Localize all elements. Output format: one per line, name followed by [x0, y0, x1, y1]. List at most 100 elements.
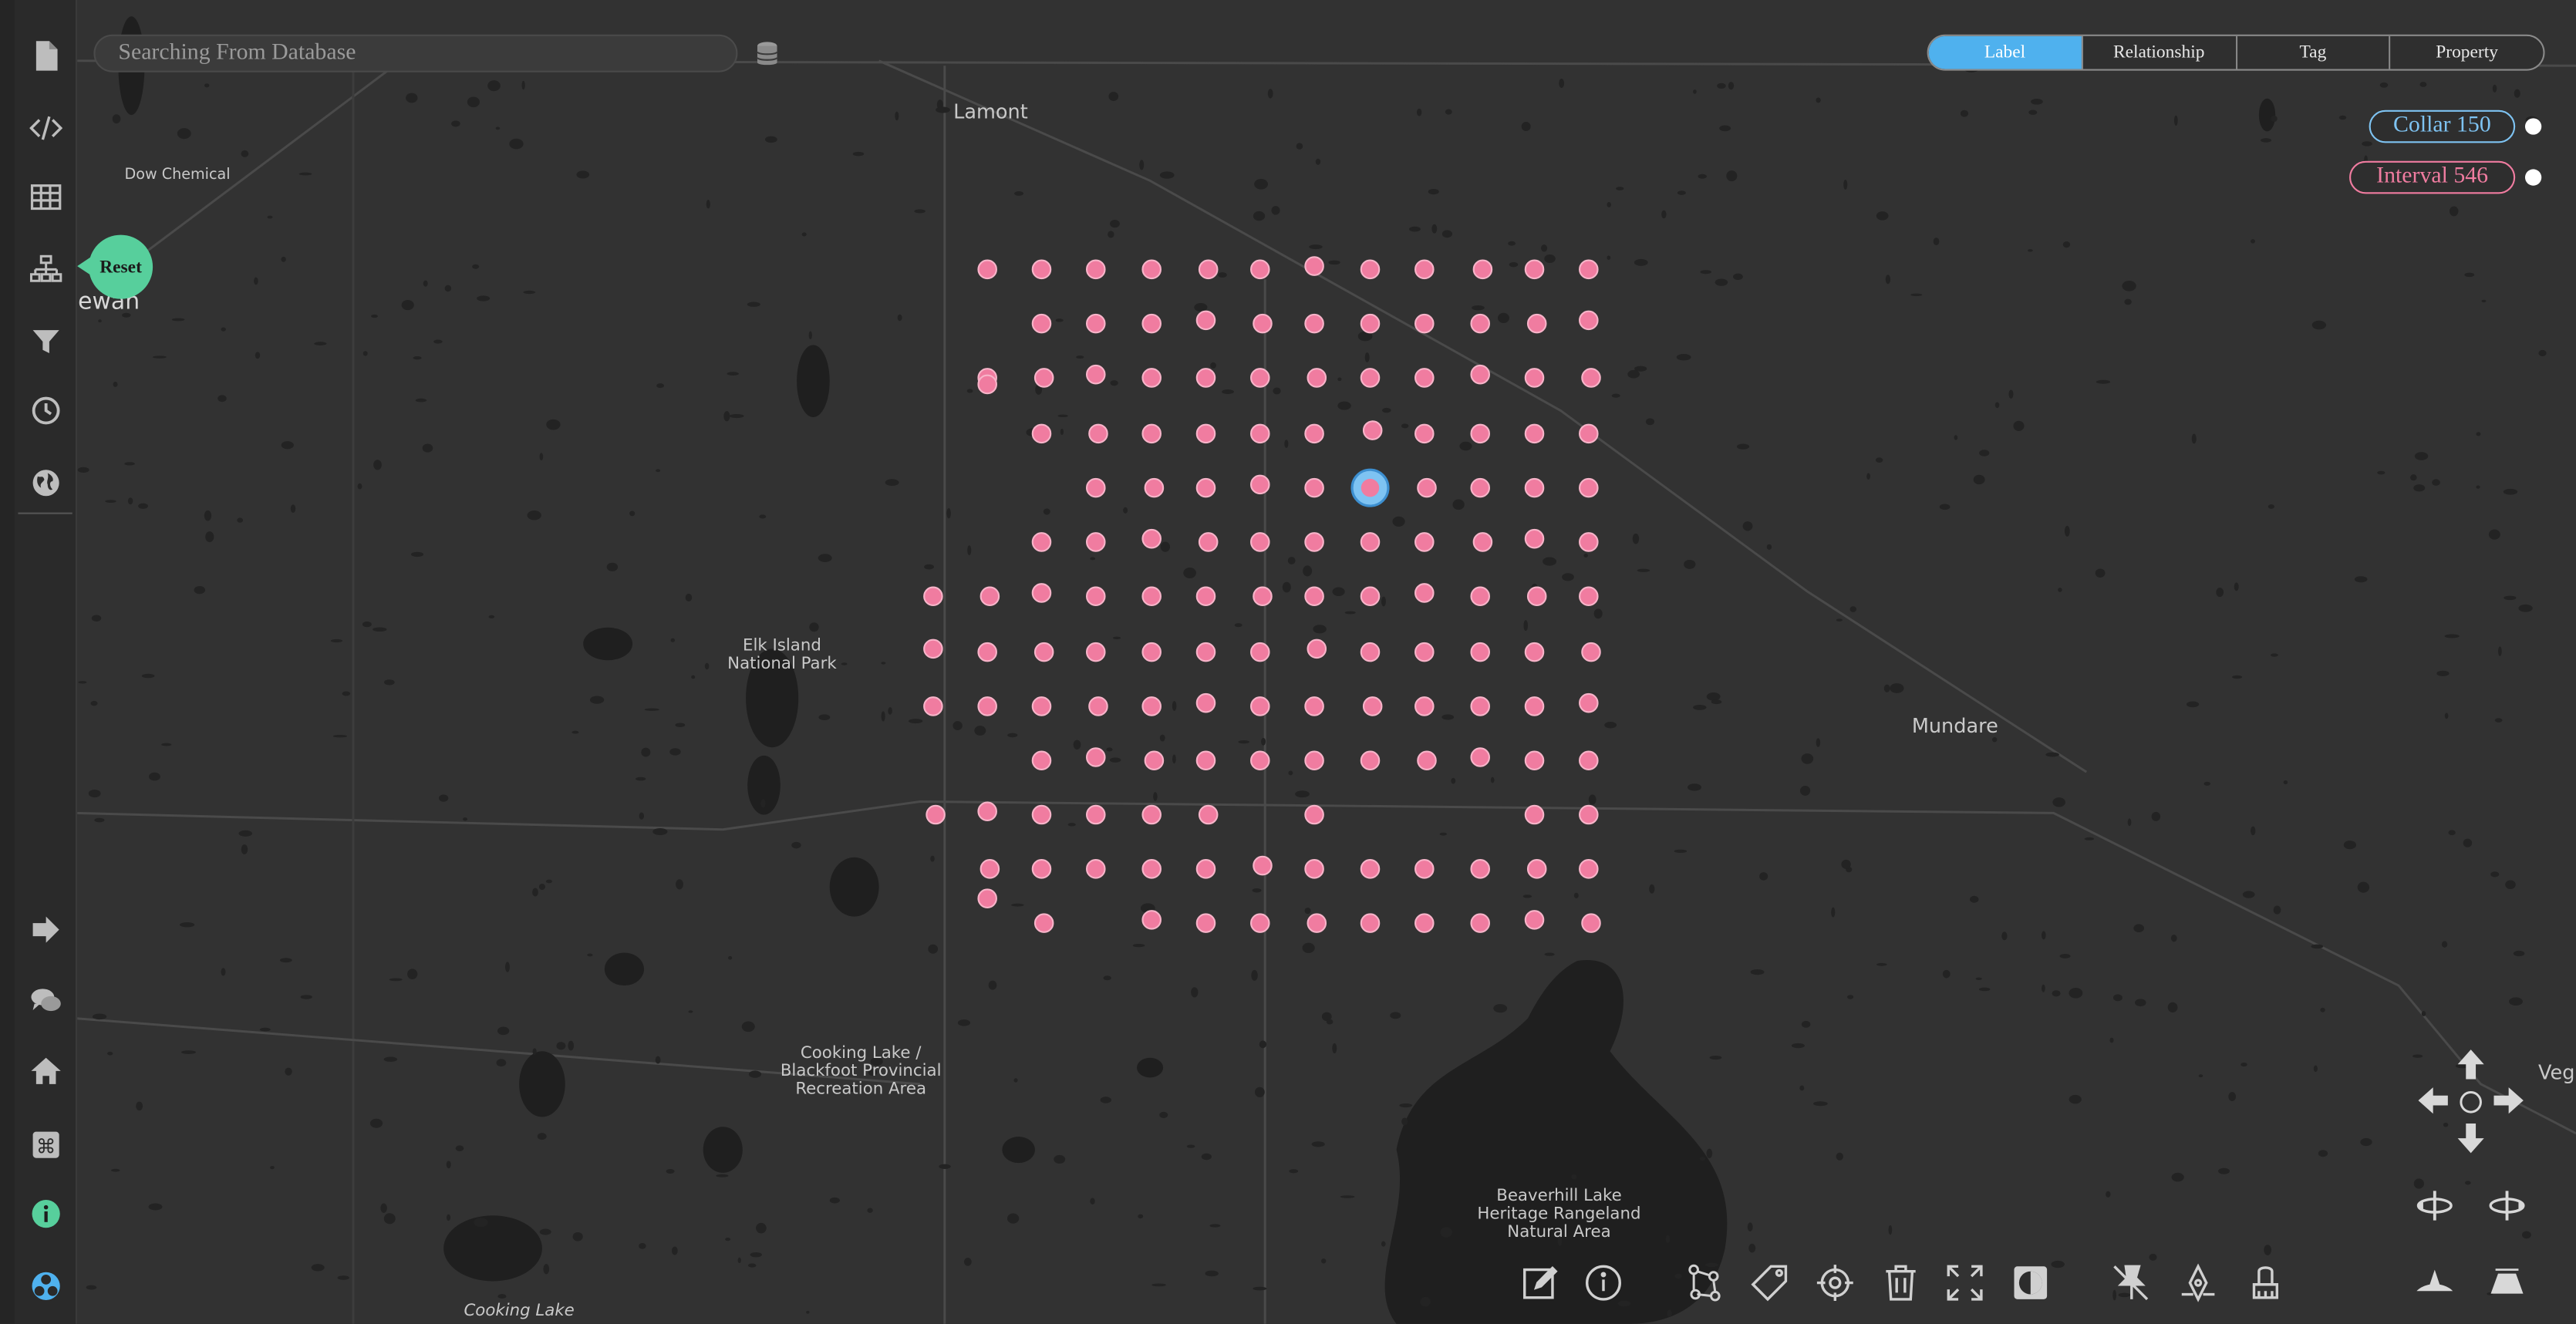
interval-node[interactable]: [1253, 855, 1273, 876]
interval-node[interactable]: [1524, 910, 1545, 930]
interval-node[interactable]: [1524, 528, 1545, 549]
interval-node[interactable]: [1360, 750, 1381, 771]
interval-node[interactable]: [1250, 642, 1270, 662]
recenter-icon[interactable]: [2458, 1089, 2484, 1115]
interval-node[interactable]: [1470, 642, 1491, 662]
collar-node-core[interactable]: [1360, 478, 1380, 497]
interval-node[interactable]: [1141, 586, 1162, 607]
interval-node[interactable]: [1033, 913, 1054, 933]
interval-node[interactable]: [1198, 259, 1219, 280]
interval-node[interactable]: [1304, 750, 1324, 771]
interval-node[interactable]: [1195, 692, 1216, 713]
interval-node[interactable]: [1579, 750, 1599, 771]
pan-right-icon[interactable]: [2492, 1084, 2525, 1117]
interval-node[interactable]: [1085, 586, 1106, 607]
interval-node[interactable]: [1579, 804, 1599, 825]
interval-node[interactable]: [1033, 368, 1054, 388]
interval-node[interactable]: [1470, 586, 1491, 607]
interval-node[interactable]: [1472, 532, 1493, 552]
interval-node[interactable]: [1417, 477, 1437, 498]
interval-node[interactable]: [1141, 368, 1162, 388]
interval-node[interactable]: [1198, 532, 1219, 552]
hierarchy-icon[interactable]: [1684, 1262, 1726, 1304]
tilt-down-icon[interactable]: [2415, 1265, 2454, 1298]
interval-node[interactable]: [1362, 420, 1383, 440]
interval-node[interactable]: [1195, 642, 1216, 662]
interval-node[interactable]: [1085, 477, 1106, 498]
interval-node[interactable]: [1360, 313, 1381, 334]
pan-left-icon[interactable]: [2416, 1084, 2450, 1117]
pen-tool-icon[interactable]: [2176, 1262, 2219, 1304]
tilt-up-icon[interactable]: [2487, 1265, 2527, 1298]
pan-up-icon[interactable]: [2454, 1048, 2487, 1081]
interval-node[interactable]: [1524, 804, 1545, 825]
interval-node[interactable]: [1470, 477, 1491, 498]
interval-node[interactable]: [1141, 313, 1162, 334]
interval-node[interactable]: [1085, 642, 1106, 662]
interval-node[interactable]: [1031, 313, 1052, 334]
interval-node[interactable]: [1470, 913, 1491, 933]
interval-node[interactable]: [1141, 642, 1162, 662]
interval-node[interactable]: [1417, 750, 1437, 771]
clock-icon[interactable]: [28, 392, 64, 429]
interval-node[interactable]: [1031, 583, 1052, 603]
interval-node[interactable]: [1250, 913, 1270, 933]
interval-node[interactable]: [1195, 586, 1216, 607]
interval-node[interactable]: [1470, 423, 1491, 444]
trash-icon[interactable]: [1880, 1262, 1922, 1304]
interval-node[interactable]: [1524, 750, 1545, 771]
legend-interval[interactable]: Interval 546: [2349, 160, 2516, 194]
globe-icon[interactable]: [28, 465, 64, 501]
interval-node[interactable]: [1304, 859, 1324, 879]
interval-node[interactable]: [1144, 477, 1165, 498]
interval-node[interactable]: [1414, 583, 1435, 603]
interval-node[interactable]: [977, 374, 997, 395]
interval-node[interactable]: [1526, 859, 1547, 879]
interval-node[interactable]: [1085, 747, 1106, 767]
tab-tag[interactable]: Tag: [2237, 35, 2391, 69]
graph-schema-icon[interactable]: [28, 251, 64, 288]
interval-node[interactable]: [1141, 423, 1162, 444]
interval-node[interactable]: [1307, 913, 1327, 933]
reset-button[interactable]: Reset: [77, 234, 153, 299]
interval-node[interactable]: [1579, 477, 1599, 498]
tag-icon[interactable]: [1750, 1262, 1792, 1304]
interval-node[interactable]: [1141, 804, 1162, 825]
interval-node[interactable]: [979, 586, 1000, 607]
command-icon[interactable]: ⌘: [28, 1127, 64, 1163]
target-icon[interactable]: [1814, 1262, 1856, 1304]
interval-node[interactable]: [1195, 750, 1216, 771]
interval-node[interactable]: [1195, 913, 1216, 933]
filter-icon[interactable]: [28, 324, 64, 360]
interval-node[interactable]: [1085, 804, 1106, 825]
interval-node[interactable]: [1031, 859, 1052, 879]
interval-node[interactable]: [977, 696, 997, 716]
interval-node[interactable]: [1470, 364, 1491, 385]
logout-icon[interactable]: [28, 911, 64, 948]
legend-collar-toggle[interactable]: [2524, 118, 2542, 135]
interval-node[interactable]: [1141, 910, 1162, 930]
file-icon[interactable]: [28, 38, 64, 74]
interval-node[interactable]: [1526, 313, 1547, 334]
interval-node[interactable]: [1579, 423, 1599, 444]
pin-off-icon[interactable]: [2109, 1262, 2152, 1304]
interval-node[interactable]: [1250, 423, 1270, 444]
interval-node[interactable]: [1524, 423, 1545, 444]
interval-node[interactable]: [1581, 913, 1601, 933]
map-canvas[interactable]: Lamont Dow Chemical Elk Island National …: [0, 0, 2576, 1324]
interval-node[interactable]: [1414, 913, 1435, 933]
interval-node[interactable]: [1198, 804, 1219, 825]
interval-node[interactable]: [977, 888, 997, 908]
interval-node[interactable]: [1470, 313, 1491, 334]
interval-node[interactable]: [1031, 259, 1052, 280]
interval-node[interactable]: [1195, 310, 1216, 331]
rotate-right-icon[interactable]: [2487, 1186, 2527, 1225]
interval-node[interactable]: [1195, 368, 1216, 388]
interval-node[interactable]: [1470, 747, 1491, 767]
legend-interval-toggle[interactable]: [2524, 169, 2542, 186]
interval-node[interactable]: [1253, 586, 1273, 607]
tab-label[interactable]: Label: [1928, 35, 2083, 69]
fullscreen-icon[interactable]: [1944, 1262, 1986, 1304]
home-icon[interactable]: [28, 1053, 64, 1089]
interval-node[interactable]: [1579, 859, 1599, 879]
